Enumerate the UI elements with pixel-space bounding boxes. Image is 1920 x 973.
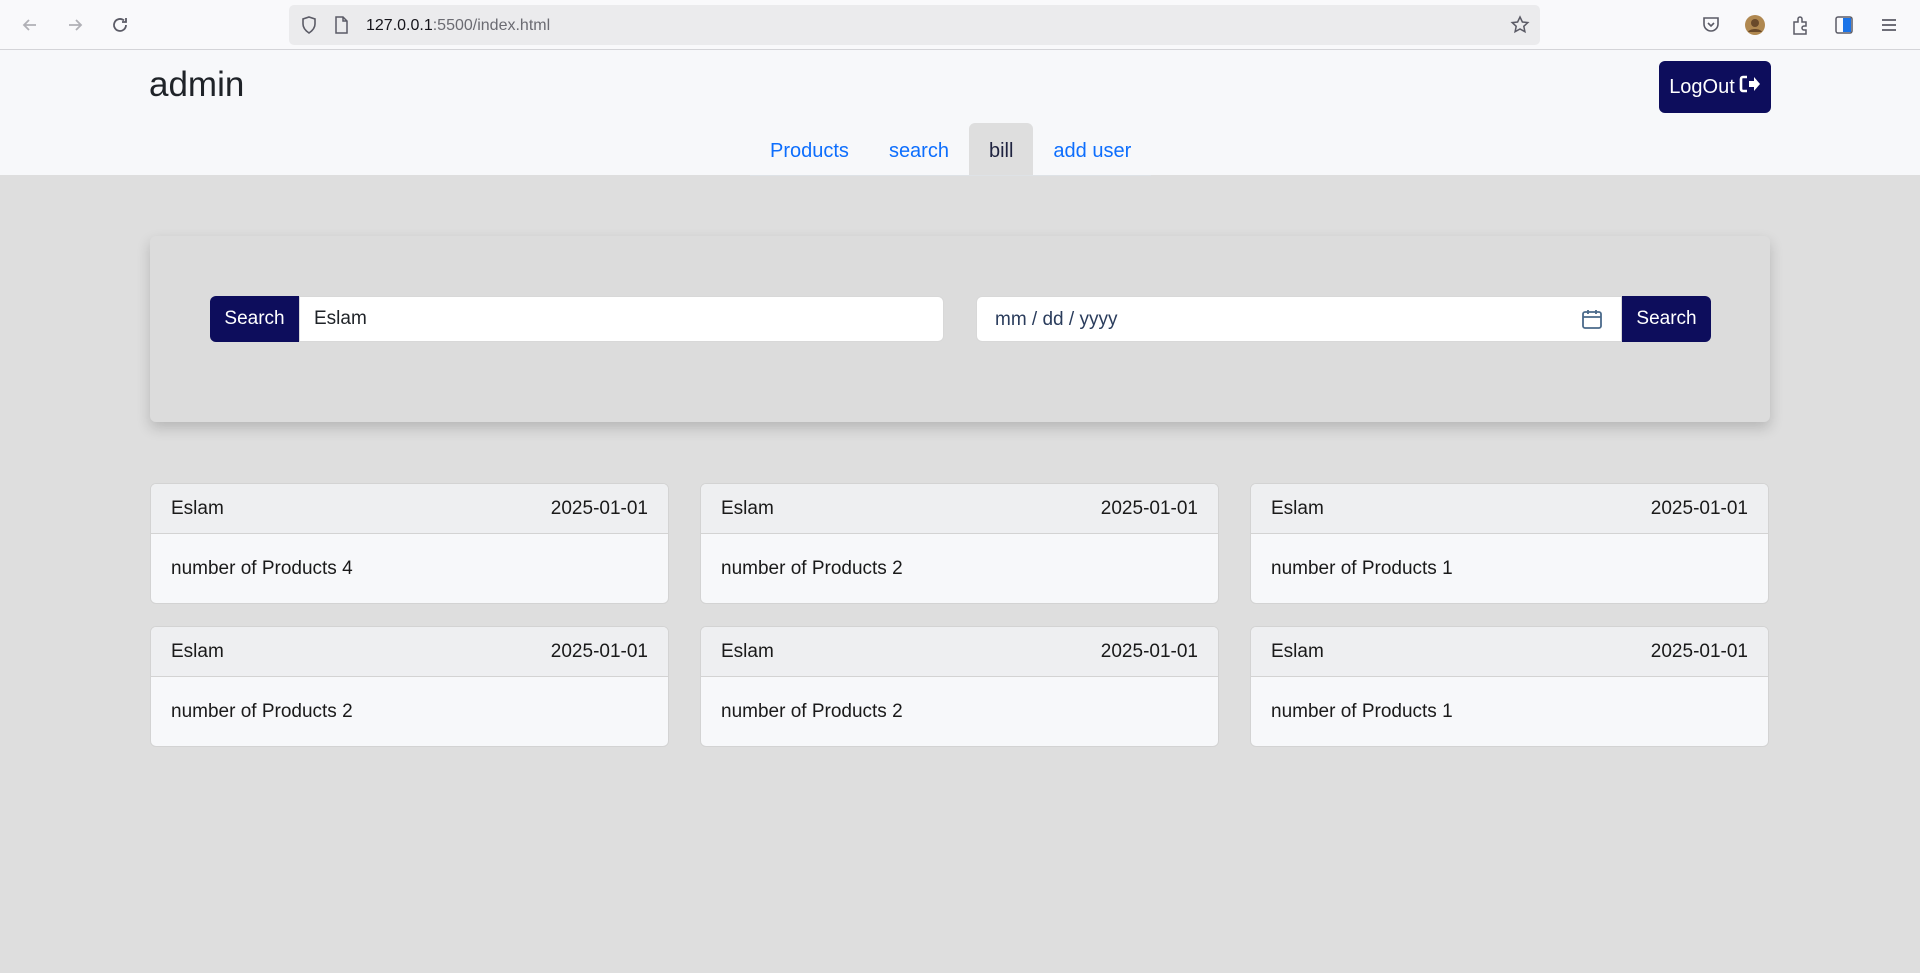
tab-bill[interactable]: bill xyxy=(968,123,1034,175)
logout-label: LogOut xyxy=(1669,75,1735,98)
bill-product-count: number of Products 2 xyxy=(171,701,353,722)
bill-product-count: number of Products 4 xyxy=(171,558,353,579)
page-icon[interactable] xyxy=(331,15,351,35)
bill-date: 2025-01-01 xyxy=(1100,640,1198,662)
extensions-icon[interactable] xyxy=(1789,14,1811,36)
url-bar[interactable]: 127.0.0.1:5500/index.html xyxy=(289,5,1540,45)
bill-card-header: Eslam 2025-01-01 xyxy=(151,627,668,677)
bill-customer-name: Eslam xyxy=(171,640,224,662)
bill-customer-name: Eslam xyxy=(721,497,774,519)
tab-add-user[interactable]: add user xyxy=(1033,123,1151,175)
url-path: :5500/index.html xyxy=(432,17,551,34)
bill-card[interactable]: Eslam 2025-01-01 number of Products 2 xyxy=(700,483,1219,604)
date-input[interactable]: mm / dd / yyyy xyxy=(976,296,1622,342)
bill-customer-name: Eslam xyxy=(1271,497,1324,519)
shield-icon[interactable] xyxy=(299,15,319,35)
back-icon[interactable] xyxy=(15,10,45,40)
bill-card[interactable]: Eslam 2025-01-01 number of Products 4 xyxy=(150,483,669,604)
bill-product-count: number of Products 1 xyxy=(1271,701,1453,722)
url-host: 127.0.0.1 xyxy=(366,17,433,34)
search-panel: Search mm / dd / yyyy Search xyxy=(150,236,1770,422)
date-placeholder: mm / dd / yyyy xyxy=(995,309,1118,330)
bill-product-count: number of Products 2 xyxy=(721,558,903,579)
bill-customer-name: Eslam xyxy=(1271,640,1324,662)
bill-card-header: Eslam 2025-01-01 xyxy=(701,484,1218,534)
bookmark-star-icon[interactable] xyxy=(1510,15,1530,35)
bill-date: 2025-01-01 xyxy=(1650,497,1748,519)
bill-customer-name: Eslam xyxy=(721,640,774,662)
sidebar-icon[interactable] xyxy=(1833,14,1855,36)
bill-card-header: Eslam 2025-01-01 xyxy=(1251,484,1768,534)
bill-product-count: number of Products 1 xyxy=(1271,558,1453,579)
pocket-icon[interactable] xyxy=(1700,14,1722,36)
search-by-date-button[interactable]: Search xyxy=(1622,296,1711,342)
tab-search[interactable]: search xyxy=(869,123,969,175)
menu-icon[interactable] xyxy=(1878,14,1900,36)
bill-card[interactable]: Eslam 2025-01-01 number of Products 2 xyxy=(700,626,1219,747)
bill-card[interactable]: Eslam 2025-01-01 number of Products 1 xyxy=(1250,483,1769,604)
bill-card[interactable]: Eslam 2025-01-01 number of Products 1 xyxy=(1250,626,1769,747)
bill-product-count: number of Products 2 xyxy=(721,701,903,722)
calendar-icon[interactable] xyxy=(1581,308,1603,330)
bill-card-header: Eslam 2025-01-01 xyxy=(701,627,1218,677)
name-search-input[interactable] xyxy=(299,296,944,342)
sign-out-icon xyxy=(1739,74,1761,100)
nav-tabs: Products search bill add user xyxy=(750,123,1152,176)
browser-toolbar: 127.0.0.1:5500/index.html xyxy=(0,0,1920,50)
forward-icon[interactable] xyxy=(60,10,90,40)
bill-customer-name: Eslam xyxy=(171,497,224,519)
bill-card-header: Eslam 2025-01-01 xyxy=(151,484,668,534)
search-by-name-button[interactable]: Search xyxy=(210,296,299,342)
logout-button[interactable]: LogOut xyxy=(1659,61,1771,113)
account-avatar-icon[interactable] xyxy=(1744,14,1766,36)
url-text[interactable]: 127.0.0.1:5500/index.html xyxy=(366,17,550,35)
bill-date: 2025-01-01 xyxy=(550,497,648,519)
tab-products[interactable]: Products xyxy=(750,123,869,175)
bill-date: 2025-01-01 xyxy=(1100,497,1198,519)
bill-card-header: Eslam 2025-01-01 xyxy=(1251,627,1768,677)
brand-title: admin xyxy=(149,65,245,104)
app-header: admin LogOut Products search bill add us… xyxy=(0,50,1920,176)
reload-icon[interactable] xyxy=(105,10,135,40)
bill-date: 2025-01-01 xyxy=(550,640,648,662)
bill-card[interactable]: Eslam 2025-01-01 number of Products 2 xyxy=(150,626,669,747)
bill-date: 2025-01-01 xyxy=(1650,640,1748,662)
